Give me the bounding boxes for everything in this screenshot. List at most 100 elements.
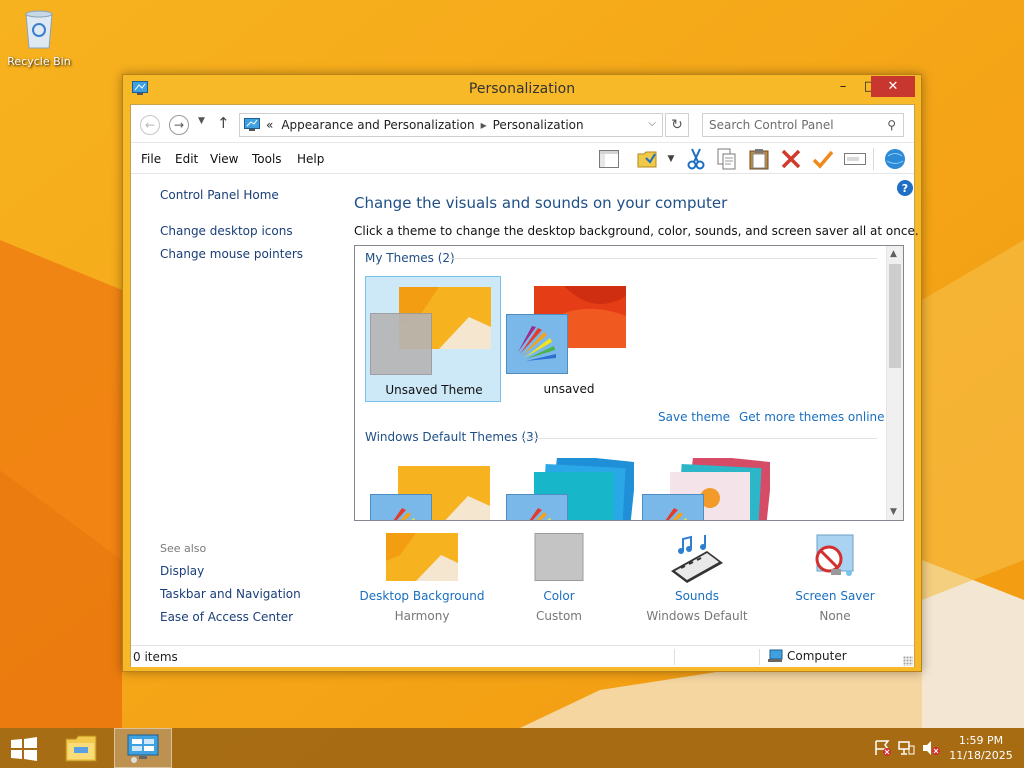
- control-panel-icon: [127, 734, 159, 763]
- scroll-up-arrow-icon[interactable]: ▲: [890, 249, 897, 259]
- desktop-icon-recycle-bin[interactable]: Recycle Bin: [6, 6, 72, 68]
- copy-icon[interactable]: [715, 147, 739, 171]
- color-palette-icon: [370, 494, 432, 520]
- menu-help[interactable]: Help: [297, 152, 324, 166]
- clock-time: 1:59 PM: [958, 734, 1004, 747]
- volume-muted-icon[interactable]: [922, 740, 940, 756]
- page-title: Change the visuals and sounds on your co…: [354, 194, 728, 212]
- breadcrumb-personalization[interactable]: Personalization: [493, 118, 584, 132]
- breadcrumb-appearance[interactable]: Appearance and Personalization: [281, 118, 474, 132]
- toolbar-separator: [873, 148, 874, 170]
- save-theme-link[interactable]: Save theme: [658, 410, 730, 424]
- cut-icon[interactable]: [684, 147, 708, 171]
- recent-locations-dropdown[interactable]: ▼: [198, 116, 205, 126]
- theme-color-swatch: [370, 313, 432, 375]
- menu-file[interactable]: File: [141, 152, 161, 166]
- setting-label[interactable]: Desktop Background: [352, 589, 492, 603]
- setting-value: Harmony: [394, 609, 450, 623]
- setting-label[interactable]: Screen Saver: [765, 589, 905, 603]
- start-button[interactable]: [10, 737, 38, 761]
- minimize-button[interactable]: –: [829, 76, 857, 97]
- rename-icon[interactable]: [843, 147, 867, 171]
- recycle-bin-icon: [25, 10, 53, 49]
- taskbar-file-explorer[interactable]: [52, 728, 110, 768]
- screen-saver-icon: [815, 534, 854, 576]
- control-panel-home-link[interactable]: Control Panel Home: [160, 188, 279, 202]
- theme-name: unsaved: [543, 382, 595, 396]
- network-icon[interactable]: [898, 740, 916, 756]
- forward-button[interactable]: →: [169, 115, 189, 135]
- back-button[interactable]: ←: [140, 115, 160, 135]
- taskbar-clock[interactable]: 1:59 PM 11/18/2025: [946, 733, 1016, 763]
- scroll-down-arrow-icon[interactable]: ▼: [890, 507, 897, 517]
- theme-list-scrollbar[interactable]: ▲ ▼: [886, 246, 903, 520]
- see-also-heading: See also: [160, 542, 207, 555]
- paste-icon[interactable]: [747, 147, 771, 171]
- clock-date: 11/18/2025: [949, 749, 1013, 762]
- change-desktop-icons-link[interactable]: Change desktop icons: [160, 224, 293, 238]
- page-subtitle: Click a theme to change the desktop back…: [354, 224, 919, 238]
- back-arrow-icon: ←: [144, 118, 156, 132]
- group-divider: [521, 438, 877, 439]
- setting-label[interactable]: Sounds: [627, 589, 767, 603]
- refresh-button[interactable]: ↻: [665, 113, 689, 137]
- title-bar[interactable]: Personalization – □ ✕: [123, 75, 921, 104]
- screen-saver-setting[interactable]: Screen Saver None: [765, 533, 905, 623]
- status-separator: [674, 649, 675, 665]
- color-palette-icon: [506, 314, 568, 374]
- status-separator: [759, 649, 760, 665]
- theme-tile-windows[interactable]: [365, 456, 501, 520]
- help-icon[interactable]: ?: [897, 180, 913, 196]
- color-swatch-icon: [534, 533, 584, 581]
- color-palette-icon: [506, 494, 568, 520]
- get-more-themes-link[interactable]: Get more themes online: [739, 410, 885, 424]
- theme-tile-flowers[interactable]: [637, 456, 773, 520]
- address-bar[interactable]: « Appearance and Personalization ▸ Perso…: [239, 113, 663, 137]
- search-icon[interactable]: ⚲: [887, 118, 896, 132]
- window-title: Personalization: [468, 81, 576, 97]
- theme-tile-unsaved[interactable]: unsaved: [501, 276, 637, 402]
- menu-tools[interactable]: Tools: [252, 152, 282, 166]
- breadcrumb-separator-icon[interactable]: ▸: [481, 118, 487, 132]
- sounds-setting[interactable]: Sounds Windows Default: [627, 533, 767, 623]
- desktop-background-setting[interactable]: Desktop Background Harmony: [352, 533, 492, 623]
- resize-grip[interactable]: [903, 656, 913, 666]
- search-input[interactable]: [709, 118, 879, 132]
- display-link[interactable]: Display: [160, 564, 204, 578]
- close-button[interactable]: ✕: [871, 76, 915, 97]
- taskbar: 1:59 PM 11/18/2025: [0, 728, 1024, 768]
- up-arrow-icon: ↑: [217, 114, 230, 132]
- folder-options-icon[interactable]: [635, 147, 659, 171]
- my-themes-group-label[interactable]: My Themes (2): [365, 251, 455, 265]
- control-panel-icon: [244, 118, 260, 131]
- color-setting[interactable]: Color Custom: [489, 533, 629, 623]
- address-dropdown-icon[interactable]: ⌵: [648, 118, 656, 129]
- theme-tile-unsaved-theme[interactable]: Unsaved Theme: [365, 276, 501, 402]
- theme-tile-lines[interactable]: [501, 456, 637, 520]
- control-panel-globe-icon[interactable]: [883, 147, 907, 171]
- change-mouse-pointers-link[interactable]: Change mouse pointers: [160, 247, 303, 261]
- taskbar-control-panel[interactable]: [114, 728, 172, 768]
- delete-icon[interactable]: [779, 147, 803, 171]
- setting-label[interactable]: Color: [489, 589, 629, 603]
- up-button[interactable]: ↑: [217, 114, 230, 132]
- file-explorer-icon: [65, 735, 97, 762]
- layout-pane-icon[interactable]: [597, 147, 621, 171]
- setting-value: None: [819, 609, 851, 623]
- desktop-icon-label: Recycle Bin: [7, 55, 71, 68]
- menu-view[interactable]: View: [210, 152, 238, 166]
- taskbar-navigation-link[interactable]: Taskbar and Navigation: [160, 587, 301, 601]
- forward-arrow-icon: →: [173, 118, 185, 132]
- ease-of-access-link[interactable]: Ease of Access Center: [160, 610, 293, 624]
- navigation-bar: ← → ▼ ↑ « Appearance and Personalization…: [131, 105, 914, 143]
- zone-label: Computer: [787, 649, 847, 663]
- action-center-icon[interactable]: [874, 740, 892, 756]
- breadcrumb-overflow[interactable]: «: [266, 118, 273, 132]
- group-divider: [447, 258, 877, 259]
- scrollbar-thumb[interactable]: [889, 264, 901, 368]
- menu-edit[interactable]: Edit: [175, 152, 198, 166]
- search-box[interactable]: ⚲: [702, 113, 904, 137]
- properties-check-icon[interactable]: [811, 147, 835, 171]
- default-themes-group-label[interactable]: Windows Default Themes (3): [365, 430, 539, 444]
- folder-options-dropdown-icon[interactable]: ▼: [659, 147, 683, 171]
